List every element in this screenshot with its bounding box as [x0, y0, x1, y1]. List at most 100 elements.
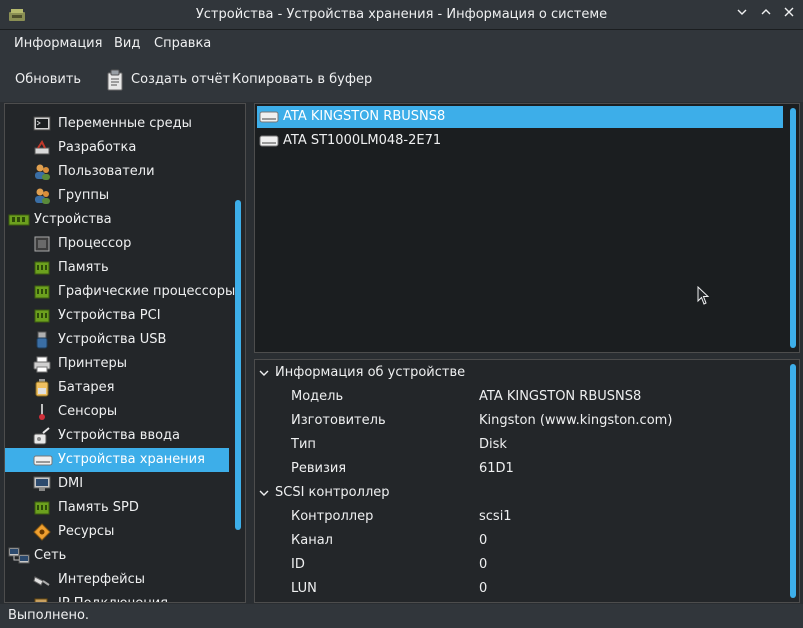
device-label: ATA ST1000LM048-2E71 [283, 133, 442, 148]
tree-item-processor[interactable]: Процессор [5, 232, 229, 256]
tree-item-storage-devices[interactable]: Устройства хранения [5, 448, 229, 472]
storage-icon [33, 455, 53, 466]
info-value: Disk [479, 437, 507, 452]
tree-item-ip-connections[interactable]: IP Подключения [5, 592, 229, 602]
mouse-cursor-icon [697, 286, 710, 305]
minimize-button[interactable] [732, 5, 752, 25]
section-header-device-info[interactable]: Информация об устройстве [255, 361, 785, 385]
info-key: Тип [291, 437, 316, 452]
refresh-button[interactable]: Обновить [15, 72, 81, 87]
tree-item-label: Пользователи [58, 164, 155, 179]
maximize-button[interactable] [756, 5, 776, 25]
info-key: Контроллер [291, 509, 374, 524]
tree-item-spd-memory[interactable]: Память SPD [5, 496, 229, 520]
info-row: Изготовитель Kingston (www.kingston.com) [255, 409, 785, 433]
info-value: 0 [479, 581, 488, 596]
hard-disk-icon [259, 111, 279, 123]
info-value: Kingston (www.kingston.com) [479, 413, 673, 428]
chevron-down-icon [737, 9, 747, 15]
info-value: 0 [479, 533, 488, 548]
tree-item-label: Батарея [58, 380, 115, 395]
tree-item-users[interactable]: Пользователи [5, 160, 229, 184]
window-title: Устройства - Устройства хранения - Инфор… [195, 7, 608, 22]
tree-item-input-devices[interactable]: Устройства ввода [5, 424, 229, 448]
tree-item-label: Ресурсы [58, 524, 115, 539]
tree-item-dmi[interactable]: DMI [5, 472, 229, 496]
tree-item-label: Устройства PCI [58, 308, 161, 323]
memory-icon [34, 261, 50, 275]
menu-bar: Информация Вид Справка [0, 30, 803, 58]
devices-icon [8, 214, 30, 226]
device-item[interactable]: ATA ST1000LM048-2E71 [257, 130, 783, 152]
groups-icon [35, 188, 50, 204]
tree-item-gpu[interactable]: Графические процессоры [5, 280, 235, 304]
tree-item-groups[interactable]: Группы [5, 184, 229, 208]
section-title: Информация об устройстве [275, 365, 466, 380]
menu-help[interactable]: Справка [154, 36, 211, 51]
info-scrollbar[interactable] [790, 364, 796, 598]
tree-item-label: Сеть [34, 548, 67, 563]
tree-item-label: Группы [58, 188, 110, 203]
info-value: ATA KINGSTON RBUSNS8 [479, 389, 642, 404]
tree-item-sensors[interactable]: Сенсоры [5, 400, 229, 424]
users-icon [35, 164, 50, 180]
resources-icon [33, 523, 51, 541]
info-value: 0 [479, 557, 488, 572]
tree-item-battery[interactable]: Батарея [5, 376, 229, 400]
info-value: scsi1 [479, 509, 512, 524]
hard-disk-icon [259, 135, 279, 147]
tree-item-devices[interactable]: Устройства [5, 208, 229, 232]
device-list-scrollbar[interactable] [790, 108, 796, 348]
create-report-button[interactable]: Создать отчёт [131, 72, 230, 87]
info-row: Ревизия 61D1 [255, 457, 785, 481]
info-row: ID 0 [255, 553, 785, 577]
interfaces-icon [33, 576, 50, 586]
usb-icon [36, 331, 48, 349]
menu-view[interactable]: Вид [114, 36, 140, 51]
info-key: Модель [291, 389, 344, 404]
category-tree[interactable]: Переменные среды Разработка Пользователи… [4, 103, 246, 603]
device-label: ATA KINGSTON RBUSNS8 [283, 109, 446, 124]
tree-item-label: Графические процессоры [58, 284, 236, 299]
tree-item-label: Устройства хранения [58, 452, 205, 467]
info-row: Канал 0 [255, 529, 785, 553]
menu-information[interactable]: Информация [14, 36, 102, 51]
partial-icon [33, 103, 51, 112]
terminal-icon [33, 116, 51, 131]
info-value: 61D1 [479, 461, 514, 476]
tree-item-label: Принтеры [58, 356, 128, 371]
section-header-scsi-controller[interactable]: SCSI контроллер [255, 481, 785, 505]
tree-item-resources[interactable]: Ресурсы [5, 520, 229, 544]
report-icon [107, 69, 123, 91]
close-button[interactable] [779, 5, 799, 25]
network-icon [8, 547, 30, 564]
status-bar: Выполнено. [0, 604, 803, 628]
printer-icon [33, 356, 51, 373]
info-row: Модель ATA KINGSTON RBUSNS8 [255, 385, 785, 409]
tree-item-printers[interactable]: Принтеры [5, 352, 229, 376]
device-list[interactable]: ATA KINGSTON RBUSNS8 ATA ST1000LM048-2E7… [254, 103, 800, 353]
tree-item-network[interactable]: Сеть [5, 544, 229, 568]
tree-item-label: Разработка [58, 140, 137, 155]
tree-item-usb-devices[interactable]: Устройства USB [5, 328, 229, 352]
gpu-icon [34, 285, 50, 299]
title-bar: Устройства - Устройства хранения - Инфор… [0, 0, 803, 30]
tree-item-pci-devices[interactable]: Устройства PCI [5, 304, 229, 328]
tree-item-development[interactable]: Разработка [5, 136, 229, 160]
tree-item-label: Память SPD [58, 500, 139, 515]
tree-item-interfaces[interactable]: Интерфейсы [5, 568, 229, 592]
info-key: Изготовитель [291, 413, 386, 428]
tree-scrollbar[interactable] [235, 200, 241, 530]
tree-item-label: IP Подключения [58, 592, 168, 602]
chevron-up-icon [761, 9, 771, 15]
info-row: Тип Disk [255, 433, 785, 457]
tree-item-memory[interactable]: Память [5, 256, 229, 280]
tree-item-label: Устройства USB [58, 332, 167, 347]
tree-item-environment-variables[interactable]: Переменные среды [5, 112, 229, 136]
info-key: Ревизия [291, 461, 347, 476]
copy-to-clipboard-button[interactable]: Копировать в буфер [232, 72, 372, 87]
info-key: Канал [291, 533, 333, 548]
device-item[interactable]: ATA KINGSTON RBUSNS8 [257, 106, 783, 128]
input-devices-icon [33, 427, 50, 445]
pci-icon [34, 309, 50, 323]
